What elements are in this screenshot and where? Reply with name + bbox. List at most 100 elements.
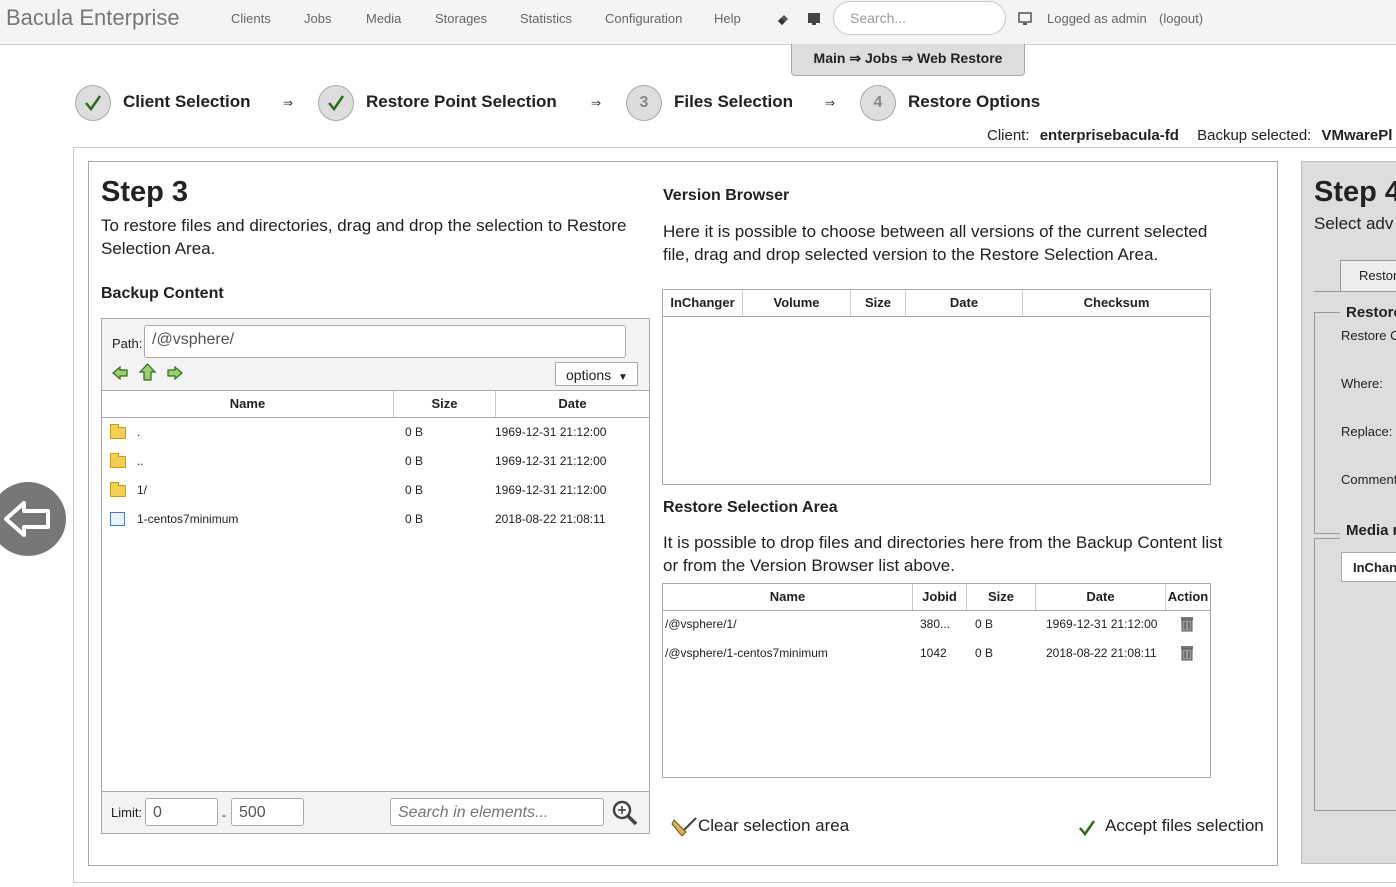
table-row[interactable]: . 0 B 1969-12-31 21:12:00 bbox=[102, 420, 648, 446]
step3-title: Step 3 bbox=[101, 176, 189, 208]
limit-to-input[interactable]: 500 bbox=[231, 798, 304, 826]
client-value: enterprisebacula-fd bbox=[1039, 127, 1179, 144]
nav-storages[interactable]: Storages bbox=[435, 11, 487, 26]
step1-done-icon bbox=[75, 85, 111, 121]
restore-area-description: It is possible to drop files and directo… bbox=[663, 533, 1223, 575]
terminal-icon[interactable] bbox=[807, 12, 821, 26]
limit-from-input[interactable]: 0 bbox=[145, 798, 218, 826]
step4-number: 4 bbox=[860, 85, 896, 121]
nav-media[interactable]: Media bbox=[366, 11, 401, 26]
row-name: 1/ bbox=[137, 483, 148, 497]
forward-icon[interactable] bbox=[166, 364, 184, 382]
restore-area-heading: Restore Selection Area bbox=[663, 499, 838, 516]
nav-statistics[interactable]: Statistics bbox=[520, 11, 572, 26]
monitor-icon bbox=[1018, 12, 1032, 25]
step-arrow: ⇒ bbox=[283, 96, 294, 110]
restore-options-group bbox=[1314, 312, 1396, 534]
path-input[interactable]: /@vsphere/ bbox=[144, 325, 626, 358]
version-browser-table: InChanger Volume Size Date Checksum bbox=[662, 289, 1211, 485]
col-size[interactable]: Size bbox=[851, 290, 906, 316]
row-size: 0 B bbox=[405, 483, 424, 497]
previous-step-button[interactable] bbox=[0, 482, 66, 556]
col-name[interactable]: Name bbox=[663, 584, 913, 610]
file-icon bbox=[110, 512, 125, 526]
col-date[interactable]: Date bbox=[1036, 584, 1166, 610]
row-size: 0 B bbox=[975, 617, 994, 631]
client-label: Client: bbox=[987, 127, 1030, 144]
logged-user-text: Logged as admin bbox=[1047, 11, 1147, 26]
table-row[interactable]: /@vsphere/1/ 380... 0 B 1969-12-31 21:12… bbox=[663, 612, 1210, 638]
restore-client-label: Restore C bbox=[1341, 328, 1396, 343]
row-jobid: 380... bbox=[920, 617, 951, 631]
col-date[interactable]: Date bbox=[906, 290, 1023, 316]
col-size[interactable]: Size bbox=[394, 391, 496, 417]
col-inchanger[interactable]: InChanger bbox=[663, 290, 743, 316]
row-date: 1969-12-31 21:12:00 bbox=[495, 483, 607, 497]
step2-done-icon bbox=[318, 85, 354, 121]
backup-value: VMwarePl bbox=[1321, 127, 1393, 144]
options-dropdown[interactable]: options ▼ bbox=[555, 362, 638, 386]
nav-help[interactable]: Help bbox=[714, 11, 741, 26]
tab-restore-options[interactable]: Restor bbox=[1340, 260, 1396, 291]
up-icon[interactable] bbox=[138, 363, 157, 382]
table-row[interactable]: 1-centos7minimum 0 B 2018-08-22 21:08:11 bbox=[102, 507, 648, 533]
step4-subtitle: Select adv bbox=[1314, 214, 1394, 233]
row-date: 1969-12-31 21:12:00 bbox=[495, 454, 607, 468]
backup-label: Backup selected: bbox=[1197, 127, 1312, 144]
breadcrumb: Main ⇒ Jobs ⇒ Web Restore bbox=[791, 44, 1025, 76]
row-size: 0 B bbox=[975, 646, 994, 660]
eraser-icon[interactable] bbox=[776, 12, 790, 26]
col-name[interactable]: Name bbox=[102, 391, 394, 417]
row-size: 0 B bbox=[405, 454, 424, 468]
step-arrow: ⇒ bbox=[825, 96, 836, 110]
back-icon[interactable] bbox=[111, 364, 129, 382]
selection-status: Client: enterprisebacula-fd Backup selec… bbox=[987, 127, 1392, 144]
col-size[interactable]: Size bbox=[967, 584, 1036, 610]
limit-label: Limit: bbox=[111, 805, 143, 820]
table-row[interactable]: /@vsphere/1-centos7minimum 1042 0 B 2018… bbox=[663, 641, 1210, 667]
trash-icon[interactable] bbox=[1180, 615, 1194, 632]
step-client-selection[interactable]: Client Selection bbox=[123, 92, 251, 112]
top-navigation-bar: Bacula Enterprise Clients Jobs Media Sto… bbox=[0, 0, 1396, 45]
checkmark-icon bbox=[1079, 820, 1096, 837]
nav-clients[interactable]: Clients bbox=[231, 11, 271, 26]
table-row[interactable]: 1/ 0 B 1969-12-31 21:12:00 bbox=[102, 478, 648, 504]
trash-icon[interactable] bbox=[1180, 644, 1194, 661]
row-date: 1969-12-31 21:12:00 bbox=[1046, 617, 1158, 631]
search-icon[interactable] bbox=[611, 799, 638, 826]
folder-icon bbox=[110, 424, 126, 439]
media-group-title: Media r bbox=[1340, 522, 1396, 539]
element-search-input[interactable]: Search in elements... bbox=[390, 798, 604, 826]
col-inchanger[interactable]: InChan bbox=[1341, 552, 1396, 582]
row-date: 2018-08-22 21:08:11 bbox=[1046, 646, 1157, 660]
restore-group-title: Restore bbox=[1340, 304, 1396, 321]
step4-title: Step 4 bbox=[1314, 176, 1396, 208]
broom-icon bbox=[671, 817, 697, 837]
step4-clip: Step 4 Select adv Restor Restore Restore… bbox=[1302, 162, 1396, 864]
step-restore-options[interactable]: Restore Options bbox=[908, 92, 1040, 112]
search-input[interactable]: Search... bbox=[833, 1, 1006, 35]
step-files-selection[interactable]: Files Selection bbox=[674, 92, 793, 112]
row-name: 1-centos7minimum bbox=[137, 512, 239, 526]
step-restore-point-selection[interactable]: Restore Point Selection bbox=[366, 92, 557, 112]
col-checksum[interactable]: Checksum bbox=[1023, 290, 1210, 316]
accept-files-label: Accept files selection bbox=[1105, 816, 1264, 835]
col-volume[interactable]: Volume bbox=[743, 290, 851, 316]
clear-selection-label: Clear selection area bbox=[698, 816, 850, 835]
row-size: 0 B bbox=[405, 425, 424, 439]
nav-jobs[interactable]: Jobs bbox=[304, 11, 331, 26]
folder-icon bbox=[110, 453, 126, 468]
limit-dash: - bbox=[222, 808, 226, 822]
table-row[interactable]: .. 0 B 1969-12-31 21:12:00 bbox=[102, 449, 648, 475]
nav-configuration[interactable]: Configuration bbox=[605, 11, 682, 26]
brand-logo[interactable]: Bacula Enterprise bbox=[6, 5, 180, 31]
logout-link[interactable]: (logout) bbox=[1159, 11, 1203, 26]
row-jobid: 1042 bbox=[920, 646, 947, 660]
folder-icon bbox=[110, 482, 126, 497]
col-jobid[interactable]: Jobid bbox=[913, 584, 967, 610]
chevron-down-icon: ▼ bbox=[618, 372, 628, 383]
col-action[interactable]: Action bbox=[1166, 584, 1210, 610]
col-date[interactable]: Date bbox=[496, 391, 649, 417]
step-arrow: ⇒ bbox=[591, 96, 602, 110]
row-name: /@vsphere/1/ bbox=[665, 617, 737, 631]
